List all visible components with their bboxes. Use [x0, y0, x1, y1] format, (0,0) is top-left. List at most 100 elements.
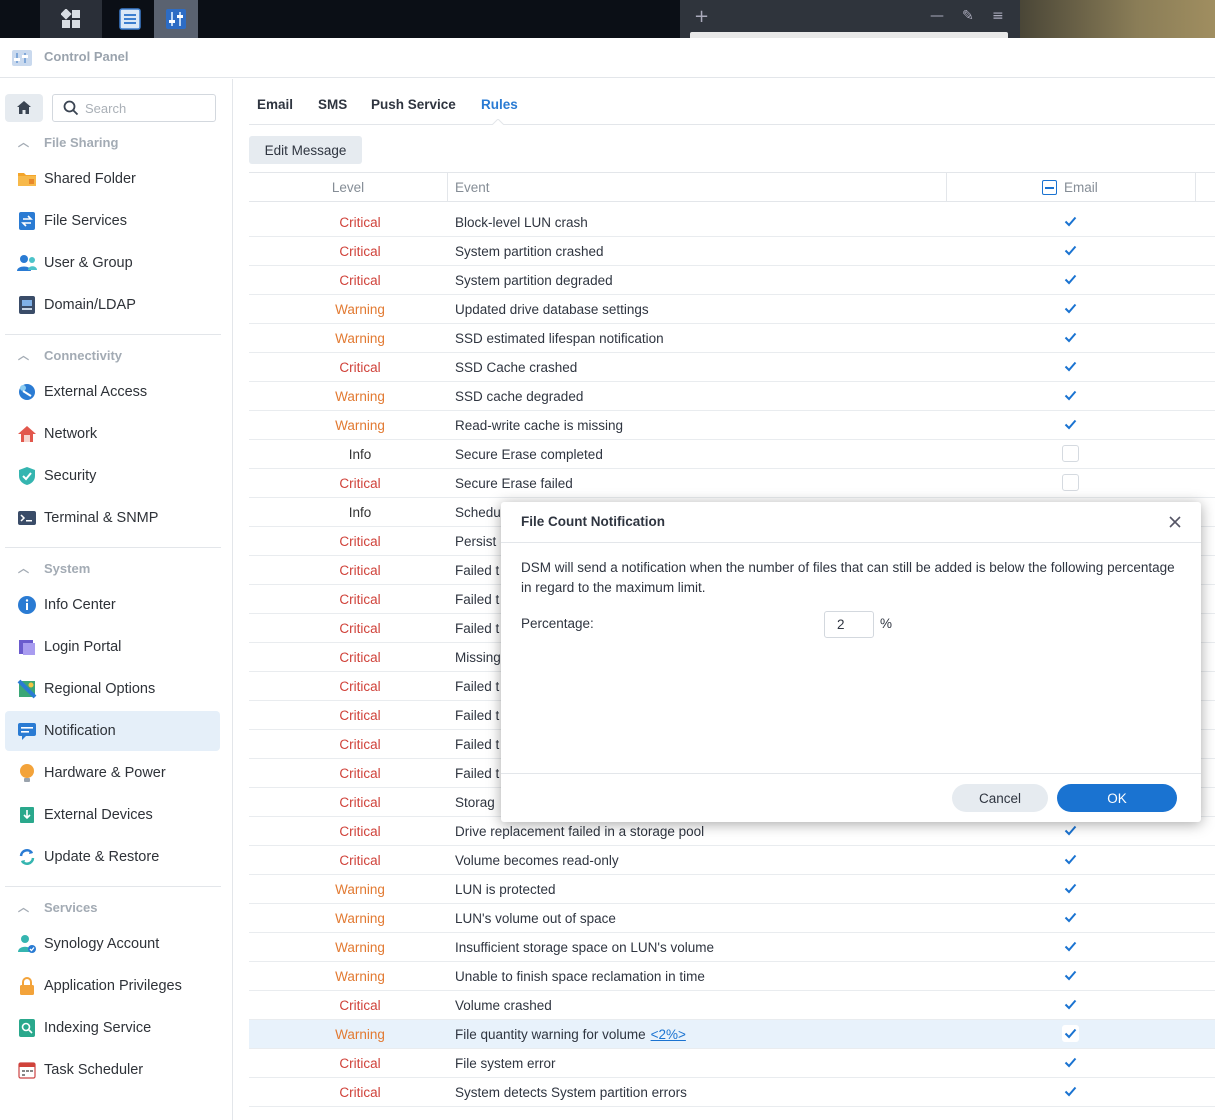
row-level: Critical	[339, 562, 381, 578]
row-event-text: File system error	[455, 1055, 556, 1071]
table-row[interactable]: Warning SSD cache degraded	[249, 382, 1215, 411]
taskbar-control-panel[interactable]	[154, 0, 198, 38]
column-separator[interactable]	[1195, 173, 1196, 202]
sidebar-item-shared-folder[interactable]: Shared Folder	[5, 159, 220, 199]
minimize-icon[interactable]: —	[930, 8, 944, 24]
table-row[interactable]: Critical System partition crashed	[249, 237, 1215, 266]
sidebar-item-terminal-snmp[interactable]: Terminal & SNMP	[5, 498, 220, 538]
sidebar-item-info-center[interactable]: Info Center	[5, 585, 220, 625]
column-separator[interactable]	[946, 173, 947, 202]
email-checkbox[interactable]	[1062, 358, 1079, 375]
email-checkbox[interactable]	[1062, 1083, 1079, 1100]
table-row[interactable]: Warning Updated drive database settings	[249, 295, 1215, 324]
email-checkbox[interactable]	[1062, 1025, 1079, 1042]
sidebar-item-external-devices[interactable]: External Devices	[5, 795, 220, 835]
email-checkbox[interactable]	[1062, 445, 1079, 462]
pin-icon[interactable]: ✎	[962, 8, 974, 24]
table-row[interactable]: Critical Secure Erase failed	[249, 469, 1215, 498]
table-row[interactable]: Critical File system error	[249, 1049, 1215, 1078]
row-level: Critical	[339, 794, 381, 810]
edit-message-button[interactable]: Edit Message	[249, 136, 362, 164]
table-row[interactable]: Critical System detects System partition …	[249, 1078, 1215, 1107]
table-row[interactable]: Critical System partition degraded	[249, 266, 1215, 295]
row-event: SSD Cache crashed	[455, 353, 577, 381]
email-checkbox[interactable]	[1062, 329, 1079, 346]
email-checkbox[interactable]	[1062, 1054, 1079, 1071]
table-row[interactable]: Info Secure Erase completed	[249, 440, 1215, 469]
email-checkbox[interactable]	[1062, 996, 1079, 1013]
email-checkbox[interactable]	[1062, 416, 1079, 433]
sidebar-item-application-privileges[interactable]: Application Privileges	[5, 966, 220, 1006]
email-checkbox[interactable]	[1062, 213, 1079, 230]
sidebar-item-login-portal[interactable]: Login Portal	[5, 627, 220, 667]
add-widget-icon[interactable]: +	[694, 6, 709, 27]
main-menu-button[interactable]	[40, 0, 102, 38]
email-checkbox[interactable]	[1062, 880, 1079, 897]
percentage-input[interactable]	[824, 611, 874, 638]
close-icon[interactable]	[1165, 512, 1185, 532]
email-checkbox[interactable]	[1062, 387, 1079, 404]
sidebar-item-user-group[interactable]: User & Group	[5, 243, 220, 283]
table-row[interactable]: Warning Insufficient storage space on LUN…	[249, 933, 1215, 962]
table-row[interactable]: Warning File quantity warning for volume <…	[249, 1020, 1215, 1049]
tab-sms[interactable]: SMS	[318, 97, 347, 112]
table-row[interactable]: Warning Unable to finish space reclamatio…	[249, 962, 1215, 991]
group-connectivity[interactable]: ︿ Connectivity	[18, 345, 122, 365]
row-level: Warning	[335, 910, 385, 926]
sidebar-item-update-restore[interactable]: Update & Restore	[5, 837, 220, 877]
dialog-description: DSM will send a notification when the nu…	[521, 560, 1175, 595]
column-email-label: Email	[1064, 180, 1098, 195]
table-row[interactable]: Warning Read-write cache is missing	[249, 411, 1215, 440]
taskbar-app-1[interactable]	[108, 0, 152, 38]
email-checkbox[interactable]	[1062, 967, 1079, 984]
email-checkbox[interactable]	[1062, 909, 1079, 926]
email-checkbox[interactable]	[1062, 474, 1079, 491]
table-row[interactable]: Critical Volume becomes read-only	[249, 846, 1215, 875]
sidebar-item-regional-options[interactable]: Regional Options	[5, 669, 220, 709]
row-level: Warning	[335, 968, 385, 984]
sidebar-item-synology-account[interactable]: Synology Account	[5, 924, 220, 964]
sidebar-item-indexing-service[interactable]: Indexing Service	[5, 1008, 220, 1048]
sidebar-item-external-access[interactable]: External Access	[5, 372, 220, 412]
sidebar-item-task-scheduler[interactable]: Task Scheduler	[5, 1050, 220, 1090]
tab-push-service[interactable]: Push Service	[371, 97, 456, 112]
sidebar-item-file-services[interactable]: File Services	[5, 201, 220, 241]
email-checkbox[interactable]	[1062, 938, 1079, 955]
column-event[interactable]: Event	[455, 173, 490, 202]
ok-button[interactable]: OK	[1057, 784, 1177, 812]
group-services[interactable]: ︿ Services	[18, 897, 98, 917]
table-row[interactable]: Warning SSD estimated lifespan notificati…	[249, 324, 1215, 353]
column-email[interactable]: Email	[1042, 173, 1098, 202]
group-system[interactable]: ︿ System	[18, 558, 90, 578]
column-separator[interactable]	[447, 173, 448, 202]
update-restore-icon	[16, 846, 38, 868]
cancel-button[interactable]: Cancel	[952, 784, 1048, 812]
email-checkbox[interactable]	[1062, 271, 1079, 288]
sidebar-item-network[interactable]: Network	[5, 414, 220, 454]
email-checkbox[interactable]	[1062, 822, 1079, 839]
select-all-checkbox[interactable]	[1042, 180, 1057, 195]
row-event-text: LUN's volume out of space	[455, 910, 616, 926]
sidebar-item-hardware-power[interactable]: Hardware & Power	[5, 753, 220, 793]
sidebar-item-notification[interactable]: Notification	[5, 711, 220, 751]
table-row[interactable]: Critical Block-level LUN crash	[249, 208, 1215, 237]
table-row[interactable]: Warning LUN is protected	[249, 875, 1215, 904]
settings-icon[interactable]: ≡	[992, 8, 1004, 24]
sidebar-item-security[interactable]: Security	[5, 456, 220, 496]
table-row[interactable]: Critical SSD Cache crashed	[249, 353, 1215, 382]
list-window-icon	[119, 8, 141, 30]
sidebar-item-domain-ldap[interactable]: Domain/LDAP	[5, 285, 220, 325]
tab-email[interactable]: Email	[257, 97, 293, 112]
group-file-sharing[interactable]: ︿ File Sharing	[18, 132, 118, 152]
home-button[interactable]	[5, 94, 43, 122]
tab-rules[interactable]: Rules	[481, 97, 518, 112]
email-checkbox[interactable]	[1062, 851, 1079, 868]
search-input[interactable]	[85, 99, 205, 117]
row-event-threshold-link[interactable]: <2%>	[651, 1027, 686, 1042]
column-level[interactable]: Level	[249, 173, 447, 202]
table-row[interactable]: Warning LUN's volume out of space	[249, 904, 1215, 933]
table-row[interactable]: Critical Volume crashed	[249, 991, 1215, 1020]
search-field[interactable]	[52, 94, 216, 122]
email-checkbox[interactable]	[1062, 242, 1079, 259]
email-checkbox[interactable]	[1062, 300, 1079, 317]
